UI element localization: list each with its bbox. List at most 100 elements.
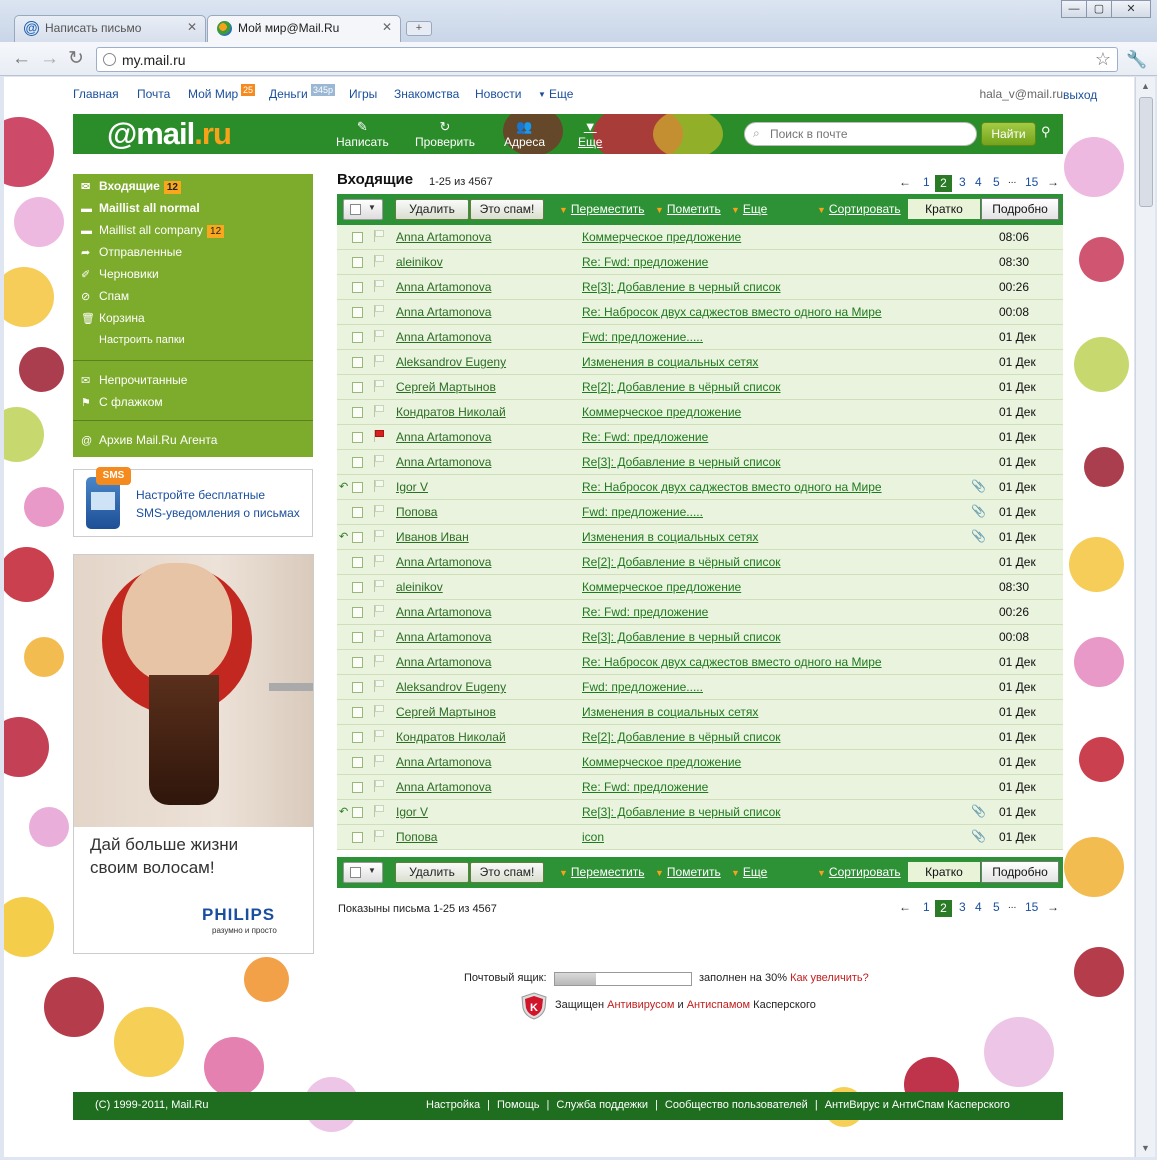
flag-icon[interactable] (374, 730, 385, 742)
message-subject[interactable]: Re: Набросок двух саджестов вместо одног… (582, 305, 882, 319)
close-tab-icon[interactable]: ✕ (187, 20, 197, 34)
message-row[interactable]: Anna Artamonova Re: Набросок двух саджест… (337, 650, 1063, 675)
message-row[interactable]: Anna Artamonova Re[3]: Добавление в черны… (337, 275, 1063, 300)
flag-icon[interactable] (374, 355, 385, 367)
contacts-button[interactable]: 👥 Адреса (504, 120, 545, 150)
flag-icon[interactable] (374, 230, 385, 242)
philips-ad[interactable]: Дай больше жизни своим волосам! PHILIPS … (73, 554, 314, 954)
message-checkbox[interactable] (352, 732, 363, 743)
page-link[interactable]: 1 (923, 900, 930, 914)
tab-compose[interactable]: @ Написать письмо ✕ (14, 15, 206, 42)
message-row[interactable]: Anna Artamonova Re: Fwd: предложение 00:26 (337, 600, 1063, 625)
message-sender[interactable]: Anna Artamonova (396, 230, 491, 244)
message-row[interactable]: Anna Artamonova Re: Fwd: предложение 01 Де… (337, 775, 1063, 800)
message-sender[interactable]: Anna Artamonova (396, 330, 491, 344)
page-link-last[interactable]: 15 (1025, 900, 1038, 914)
footer-link-settings[interactable]: Настройка (426, 1099, 480, 1111)
quota-increase-link[interactable]: Как увеличить? (790, 972, 869, 984)
message-sender[interactable]: Anna Artamonova (396, 655, 491, 669)
sort-dropdown[interactable]: ▼ Сортировать (817, 865, 901, 879)
message-checkbox[interactable] (352, 232, 363, 243)
view-brief-button[interactable]: Кратко (907, 861, 981, 883)
folder-sent[interactable]: ➦ Отправленные (81, 245, 182, 265)
message-subject[interactable]: Re[3]: Добавление в черный список (582, 280, 781, 294)
page-link[interactable]: 4 (975, 900, 982, 914)
nav-link-news[interactable]: Новости (475, 87, 521, 101)
flag-icon[interactable] (374, 305, 385, 317)
message-sender[interactable]: Aleksandrov Eugeny (396, 680, 506, 694)
message-row[interactable]: Сергей Мартынов Re[2]: Добавление в чёрны… (337, 375, 1063, 400)
logout-link[interactable]: выход (1063, 88, 1097, 102)
message-checkbox[interactable] (352, 307, 363, 318)
message-sender[interactable]: Anna Artamonova (396, 780, 491, 794)
prev-page-arrow-icon[interactable]: ← (899, 900, 911, 914)
message-subject[interactable]: Re[3]: Добавление в черный список (582, 455, 781, 469)
message-row[interactable]: ↶ Igor V Re: Набросок двух саджестов вмест… (337, 475, 1063, 500)
filter-unread[interactable]: ✉ Непрочитанные (81, 373, 187, 393)
flag-icon[interactable] (374, 430, 385, 442)
message-subject[interactable]: Коммерческое предложение (582, 230, 741, 244)
message-subject[interactable]: Коммерческое предложение (582, 405, 741, 419)
message-sender[interactable]: Кондратов Николай (396, 405, 506, 419)
message-sender[interactable]: Aleksandrov Eugeny (396, 355, 506, 369)
view-detailed-button[interactable]: Подробно (981, 861, 1059, 883)
scrollbar-thumb[interactable] (1139, 97, 1153, 207)
message-sender[interactable]: Anna Artamonova (396, 305, 491, 319)
flag-icon[interactable] (374, 830, 385, 842)
flag-icon[interactable] (374, 705, 385, 717)
message-sender[interactable]: Сергей Мартынов (396, 380, 496, 394)
message-sender[interactable]: Кондратов Николай (396, 730, 506, 744)
message-subject[interactable]: Re[2]: Добавление в чёрный список (582, 730, 781, 744)
message-subject[interactable]: Изменения в социальных сетях (582, 530, 758, 544)
new-tab-button[interactable]: + (406, 21, 432, 36)
flag-icon[interactable] (374, 530, 385, 542)
message-row[interactable]: Кондратов Николай Коммерческое предложени… (337, 400, 1063, 425)
message-subject[interactable]: Re: Fwd: предложение (582, 430, 708, 444)
message-checkbox[interactable] (352, 357, 363, 368)
message-subject[interactable]: Re[2]: Добавление в чёрный список (582, 555, 781, 569)
folder-trash[interactable]: 🗑 Корзина (81, 311, 145, 331)
message-checkbox[interactable] (352, 657, 363, 668)
flag-icon[interactable] (374, 255, 385, 267)
message-row[interactable]: Anna Artamonova Re[3]: Добавление в черны… (337, 625, 1063, 650)
spam-button[interactable]: Это спам! (470, 862, 544, 883)
flag-icon[interactable] (374, 780, 385, 792)
close-window-button[interactable]: ✕ (1111, 0, 1151, 18)
folder-maillist-normal[interactable]: ▬ Maillist all normal (81, 201, 200, 221)
wrench-icon[interactable]: 🔧 (1126, 50, 1147, 70)
message-checkbox[interactable] (352, 557, 363, 568)
view-detailed-button[interactable]: Подробно (981, 198, 1059, 220)
more-dropdown[interactable]: ▼ Еще (731, 202, 767, 216)
mail-search-input[interactable] (770, 127, 970, 141)
nav-link-money[interactable]: Деньги (269, 87, 308, 101)
flag-icon[interactable] (374, 680, 385, 692)
message-checkbox[interactable] (352, 282, 363, 293)
next-page-arrow-icon[interactable]: → (1047, 900, 1059, 914)
back-icon[interactable]: ← (12, 49, 31, 69)
message-sender[interactable]: aleinikov (396, 255, 443, 269)
message-sender[interactable]: Igor V (396, 480, 428, 494)
reload-icon[interactable]: ↻ (68, 49, 84, 69)
scroll-up-arrow-icon[interactable]: ▲ (1141, 81, 1150, 91)
message-checkbox[interactable] (352, 532, 363, 543)
flag-icon[interactable] (374, 280, 385, 292)
message-subject[interactable]: Коммерческое предложение (582, 580, 741, 594)
advanced-search-icon[interactable]: ⚲ (1041, 124, 1051, 140)
message-row[interactable]: Anna Artamonova Re[2]: Добавление в чёрны… (337, 550, 1063, 575)
message-checkbox[interactable] (352, 807, 363, 818)
message-checkbox[interactable] (352, 432, 363, 443)
select-all-checkbox[interactable] (350, 867, 361, 878)
message-subject[interactable]: Re[2]: Добавление в чёрный список (582, 380, 781, 394)
page-link[interactable]: 3 (959, 175, 966, 189)
message-subject[interactable]: Re: Fwd: предложение (582, 780, 708, 794)
message-checkbox[interactable] (352, 607, 363, 618)
folder-inbox[interactable]: ✉ Входящие 12 (81, 179, 181, 199)
nav-link-dating[interactable]: Знакомства (394, 87, 459, 101)
flag-icon[interactable] (374, 605, 385, 617)
select-all-checkbox[interactable] (350, 204, 361, 215)
nav-link-games[interactable]: Игры (349, 87, 377, 101)
message-sender[interactable]: Igor V (396, 805, 428, 819)
message-subject[interactable]: Re: Набросок двух саджестов вместо одног… (582, 655, 882, 669)
message-checkbox[interactable] (352, 682, 363, 693)
page-scrollbar[interactable]: ▲ ▼ (1135, 77, 1155, 1157)
